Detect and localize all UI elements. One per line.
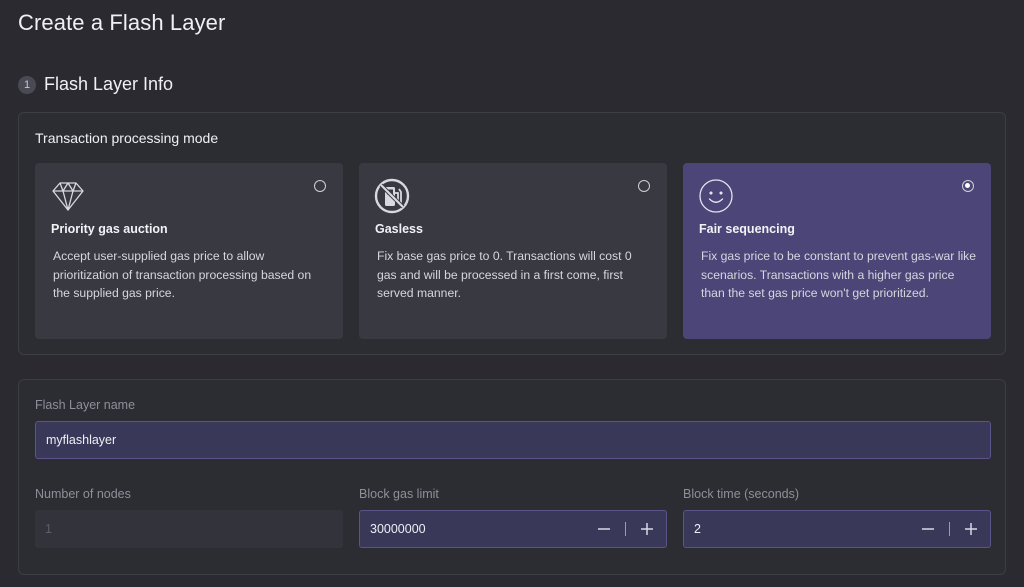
decrement-button[interactable] <box>593 518 615 540</box>
mode-radio-priority-gas-auction[interactable] <box>314 180 326 192</box>
block-gas-limit-stepper[interactable]: 30000000 <box>359 510 667 548</box>
flash-layer-name-label: Flash Layer name <box>35 398 136 412</box>
number-of-nodes-input: 1 <box>35 510 343 548</box>
mode-card-title: Priority gas auction <box>51 222 168 236</box>
stepper-divider <box>949 522 950 536</box>
smiley-icon <box>698 178 734 214</box>
processing-mode-panel: Transaction processing mode Priority gas… <box>18 112 1006 355</box>
stepper-divider <box>625 522 626 536</box>
page-title: Create a Flash Layer <box>18 10 226 35</box>
increment-button[interactable] <box>636 518 658 540</box>
mode-card-description: Fix gas price to be constant to prevent … <box>701 249 977 300</box>
decrement-button[interactable] <box>917 518 939 540</box>
mode-card-fair-sequencing[interactable]: Fair sequencing Fix gas price to be cons… <box>683 163 991 339</box>
mode-radio-fair-sequencing[interactable] <box>962 180 974 192</box>
mode-card-priority-gas-auction[interactable]: Priority gas auction Accept user-supplie… <box>35 163 343 339</box>
step-title: Flash Layer Info <box>44 74 174 94</box>
block-time-label: Block time (seconds) <box>683 487 800 501</box>
increment-button[interactable] <box>960 518 982 540</box>
no-fuel-icon <box>374 178 410 214</box>
number-of-nodes-label: Number of nodes <box>35 487 131 501</box>
mode-card-title: Gasless <box>375 222 423 236</box>
block-time-stepper[interactable]: 2 <box>683 510 991 548</box>
block-gas-limit-label: Block gas limit <box>359 487 439 501</box>
mode-card-title: Fair sequencing <box>699 222 795 236</box>
mode-card-gasless[interactable]: Gasless Fix base gas price to 0. Transac… <box>359 163 667 339</box>
minus-icon <box>922 528 934 530</box>
mode-card-description: Fix base gas price to 0. Transactions wi… <box>377 249 632 300</box>
plus-icon <box>641 523 653 535</box>
plus-icon <box>965 523 977 535</box>
block-gas-limit-value[interactable]: 30000000 <box>360 522 593 536</box>
flash-layer-name-input[interactable] <box>35 421 991 459</box>
mode-radio-gasless[interactable] <box>638 180 650 192</box>
mode-card-description: Accept user-supplied gas price to allow … <box>53 249 312 300</box>
block-time-value[interactable]: 2 <box>684 522 917 536</box>
flash-layer-form: Flash Layer name Number of nodes 1 Block… <box>18 379 1006 575</box>
minus-icon <box>598 528 610 530</box>
diamond-icon <box>50 178 86 214</box>
step-header: 1 Flash Layer Info <box>18 74 173 95</box>
processing-mode-label: Transaction processing mode <box>35 130 219 146</box>
step-number-badge: 1 <box>18 75 36 94</box>
